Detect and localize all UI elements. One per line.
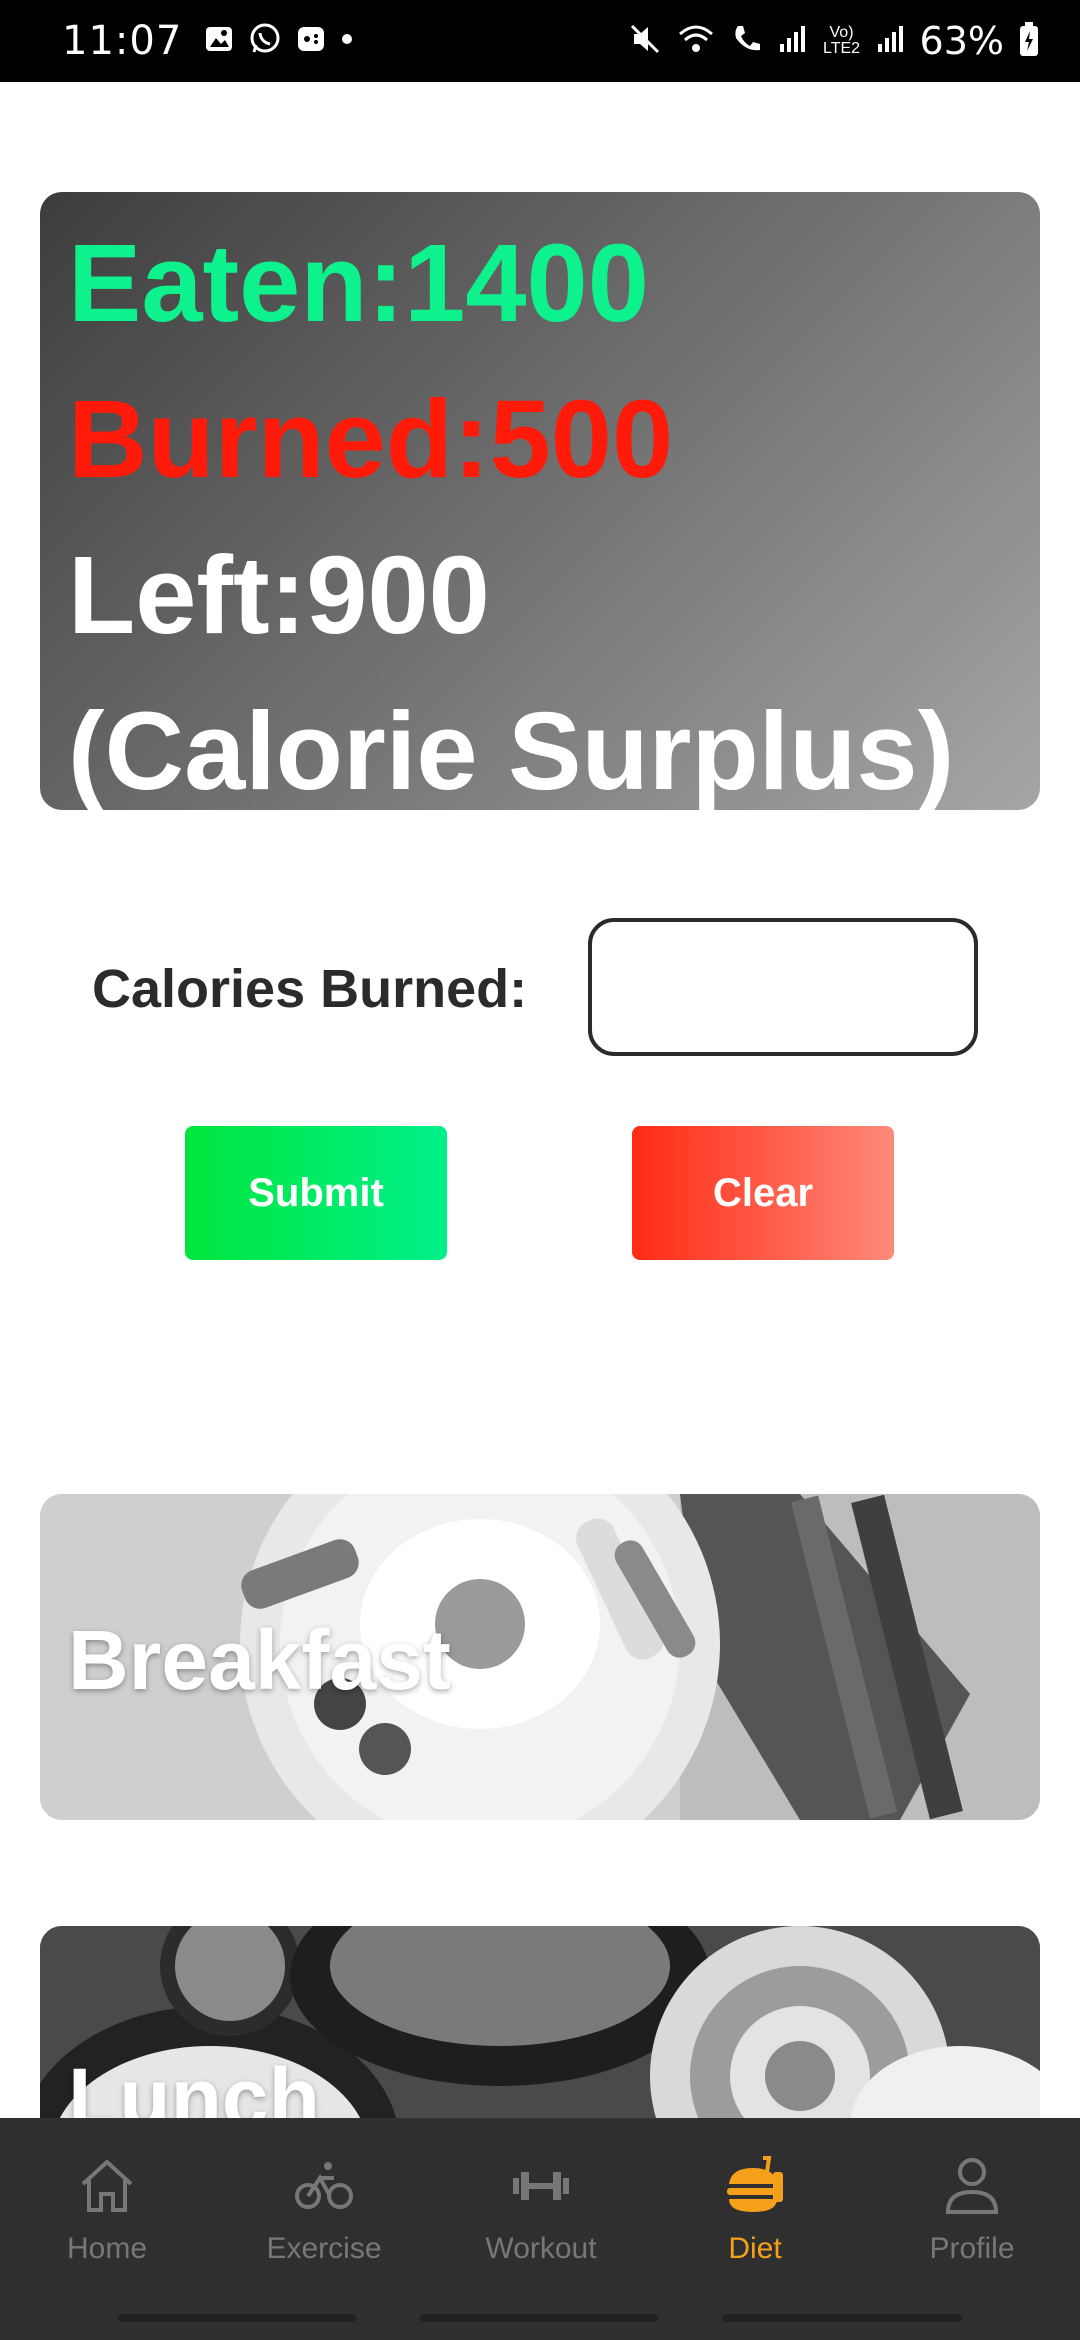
bottom-navigation: Home Exercise Workout Diet Profile bbox=[0, 2118, 1080, 2340]
battery-percent: 63% bbox=[919, 19, 1004, 63]
wifi-calling-icon bbox=[730, 22, 764, 61]
nav-diet[interactable]: Diet bbox=[680, 2154, 830, 2266]
nav-profile[interactable]: Profile bbox=[897, 2154, 1047, 2266]
nav-exercise[interactable]: Exercise bbox=[249, 2154, 399, 2266]
dot-icon bbox=[340, 32, 354, 51]
whatsapp-icon bbox=[248, 22, 282, 61]
nav-label-home: Home bbox=[66, 2232, 148, 2265]
meal-title-breakfast: Breakfast bbox=[68, 1613, 451, 1707]
nav-home[interactable]: Home bbox=[32, 2154, 182, 2266]
calorie-status: (Calorie Surplus) bbox=[68, 690, 955, 810]
home-icon bbox=[81, 2159, 133, 2212]
gesture-bar-left bbox=[118, 2314, 356, 2322]
left-value: Left:900 bbox=[68, 534, 490, 657]
burned-value: Burned:500 bbox=[68, 378, 674, 501]
eaten-value: Eaten:1400 bbox=[68, 222, 649, 345]
wifi-icon bbox=[676, 22, 716, 61]
battery-icon bbox=[1018, 21, 1040, 62]
status-time: 11:07 bbox=[62, 18, 183, 64]
calories-burned-input[interactable] bbox=[588, 918, 978, 1056]
signal-icon bbox=[778, 24, 808, 59]
nav-label-profile: Profile bbox=[929, 2232, 1015, 2265]
nav-workout[interactable]: Workout bbox=[466, 2154, 616, 2266]
person-icon bbox=[945, 2158, 999, 2214]
signal-icon-2 bbox=[876, 24, 906, 59]
clear-button[interactable]: Clear bbox=[632, 1126, 894, 1260]
gesture-bar-right bbox=[722, 2314, 962, 2322]
system-icons: Vo) LTE2 63% bbox=[628, 19, 1040, 63]
status-bar: 11:07 Vo) LTE2 63% bbox=[0, 0, 1080, 82]
breakfast-card[interactable]: Breakfast bbox=[40, 1494, 1040, 1820]
calories-burned-label: Calories Burned: bbox=[92, 959, 528, 1019]
dumbbell-icon bbox=[513, 2172, 569, 2200]
notification-icons bbox=[204, 22, 354, 61]
calorie-summary-card: Eaten:1400 Burned:500 Left:900 (Calorie … bbox=[40, 192, 1040, 810]
bicycle-icon bbox=[295, 2162, 353, 2209]
lte-label: Vo) LTE2 bbox=[823, 24, 861, 57]
gesture-bar-center bbox=[420, 2314, 658, 2322]
nav-label-diet: Diet bbox=[728, 2232, 782, 2265]
nav-label-exercise: Exercise bbox=[266, 2232, 382, 2265]
nav-label-workout: Workout bbox=[485, 2232, 597, 2265]
game-icon bbox=[296, 24, 326, 59]
submit-button[interactable]: Submit bbox=[185, 1126, 447, 1260]
mute-icon bbox=[628, 22, 662, 61]
burger-icon bbox=[727, 2156, 783, 2212]
gallery-icon bbox=[204, 24, 234, 59]
